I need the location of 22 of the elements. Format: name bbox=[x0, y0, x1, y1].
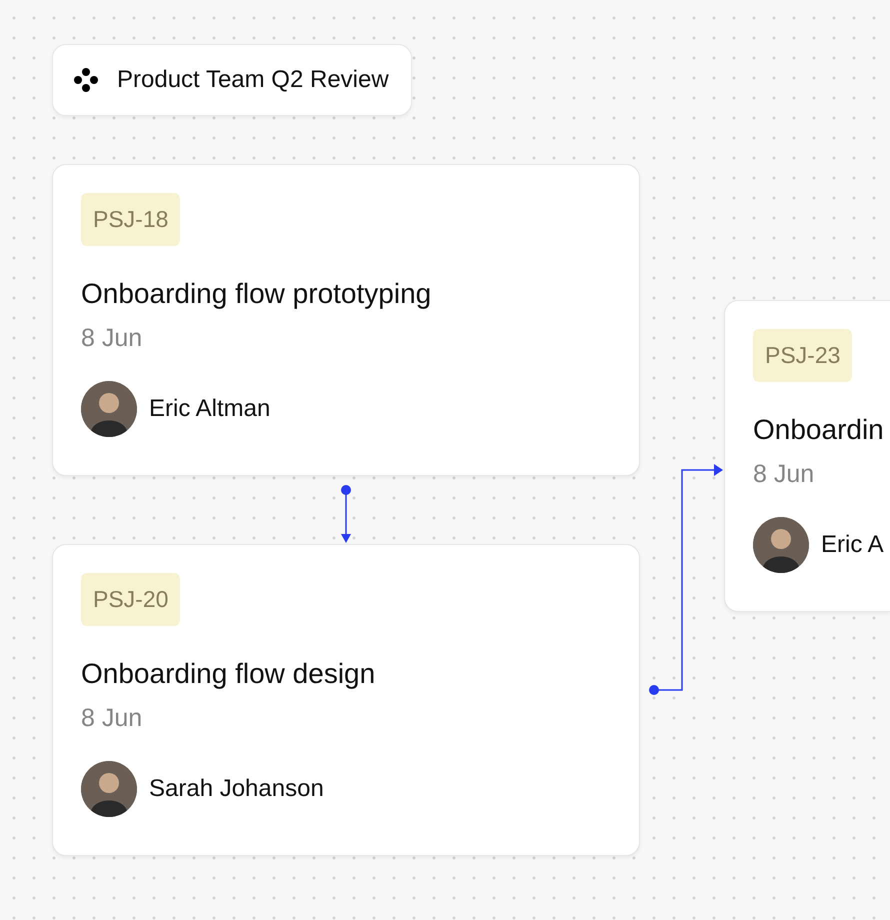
avatar-icon bbox=[81, 381, 137, 437]
task-date: 8 Jun bbox=[81, 324, 142, 353]
task-id-tag: PSJ-23 bbox=[753, 329, 852, 382]
task-id-tag: PSJ-20 bbox=[81, 573, 180, 626]
task-title: Onboarding flow design bbox=[81, 658, 376, 690]
connector-arrow bbox=[341, 485, 351, 543]
task-card[interactable]: PSJ-23 Onboardin 8 Jun Eric A bbox=[724, 300, 890, 612]
assignee-name: Sarah Johanson bbox=[149, 775, 324, 803]
task-title: Onboarding flow prototyping bbox=[81, 278, 432, 310]
task-card[interactable]: PSJ-18 Onboarding flow prototyping 8 Jun Eric Altman bbox=[52, 164, 640, 476]
task-card[interactable]: PSJ-20 Onboarding flow design 8 Jun Sarah Johanson bbox=[52, 544, 640, 856]
task-date: 8 Jun bbox=[753, 460, 814, 489]
assignee-name: Eric Altman bbox=[149, 395, 270, 423]
avatar-icon bbox=[753, 517, 809, 573]
task-id-tag: PSJ-18 bbox=[81, 193, 180, 246]
avatar-icon bbox=[81, 761, 137, 817]
assignee-name: Eric A bbox=[821, 531, 884, 559]
board-title-chip[interactable]: Product Team Q2 Review bbox=[52, 44, 412, 116]
task-date: 8 Jun bbox=[81, 704, 142, 733]
dots-icon bbox=[73, 67, 99, 93]
task-title: Onboardin bbox=[753, 414, 884, 446]
board-title: Product Team Q2 Review bbox=[117, 66, 389, 94]
